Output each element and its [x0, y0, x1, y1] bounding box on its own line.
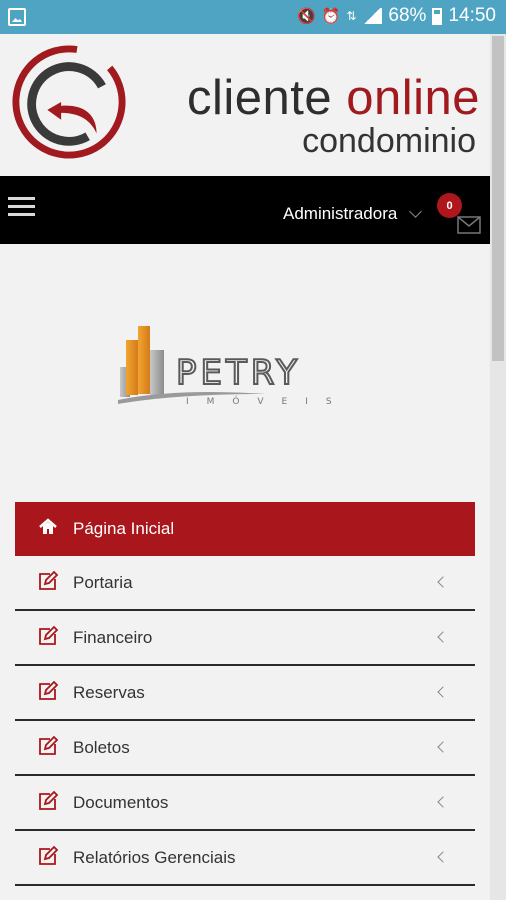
menu-item-boletos[interactable]: Boletos	[15, 721, 475, 776]
notification-badge: 0	[437, 193, 462, 218]
home-icon	[39, 518, 57, 534]
edit-icon	[39, 680, 59, 700]
data-icon: ⇅	[346, 9, 357, 23]
menu-item-label: Página Inicial	[73, 519, 175, 538]
chevron-down-icon	[409, 204, 423, 218]
app-header: cliente online condominio	[0, 34, 490, 176]
menu-item-label: Portaria	[73, 572, 133, 592]
brand-title: cliente online condominio	[130, 72, 480, 160]
edit-icon	[39, 625, 59, 645]
mute-icon: 🔇	[296, 8, 316, 25]
chevron-left-icon	[437, 686, 449, 698]
envelope-icon[interactable]	[457, 216, 481, 234]
main-menu: Página Inicial Portaria Financeiro Reser…	[15, 502, 475, 886]
company-tagline: IMÓVEIS	[186, 395, 350, 407]
chevron-left-icon	[437, 576, 449, 588]
menu-item-label: Documentos	[73, 792, 169, 812]
edit-icon	[39, 735, 59, 755]
edit-icon	[39, 845, 59, 865]
edit-icon	[39, 570, 59, 590]
menu-item-label: Boletos	[73, 737, 130, 757]
chevron-left-icon	[437, 796, 449, 808]
top-navbar: Administradora	[0, 176, 490, 244]
battery-percent: 68%	[388, 5, 427, 26]
menu-item-label: Relatórios Gerenciais	[73, 847, 236, 867]
menu-item-pagina-inicial[interactable]: Página Inicial	[15, 502, 475, 556]
company-logo: PETRY IMÓVEIS	[118, 326, 350, 407]
signal-icon	[362, 8, 383, 24]
menu-item-financeiro[interactable]: Financeiro	[15, 611, 475, 666]
menu-item-portaria[interactable]: Portaria	[15, 556, 475, 611]
chevron-left-icon	[437, 851, 449, 863]
user-dropdown[interactable]: Administradora	[283, 204, 423, 224]
battery-icon	[432, 7, 443, 25]
brand-word-online: online	[346, 71, 480, 125]
status-bar: 🔇 ⏰ ⇅ 68% 14:50	[0, 0, 506, 34]
user-label: Administradora	[283, 204, 398, 223]
brand-word-cliente: cliente	[186, 71, 333, 125]
brand-subtitle: condominio	[302, 122, 476, 160]
chevron-left-icon	[437, 631, 449, 643]
menu-item-relatorios-gerenciais[interactable]: Relatórios Gerenciais	[15, 831, 475, 886]
clock: 14:50	[448, 5, 496, 26]
menu-item-documentos[interactable]: Documentos	[15, 776, 475, 831]
menu-item-label: Financeiro	[73, 627, 153, 647]
scrollbar-thumb[interactable]	[492, 36, 504, 361]
app-logo-icon	[12, 45, 126, 159]
page-scrollbar[interactable]	[490, 34, 506, 900]
company-name: PETRY	[176, 353, 301, 393]
alarm-icon: ⏰	[321, 8, 341, 25]
menu-item-reservas[interactable]: Reservas	[15, 666, 475, 721]
edit-icon	[39, 790, 59, 810]
status-icons: 🔇 ⏰ ⇅ 68% 14:50	[297, 5, 496, 27]
menu-item-label: Reservas	[73, 682, 145, 702]
hamburger-icon[interactable]	[8, 197, 35, 217]
gallery-icon	[8, 8, 26, 26]
chevron-left-icon	[437, 741, 449, 753]
